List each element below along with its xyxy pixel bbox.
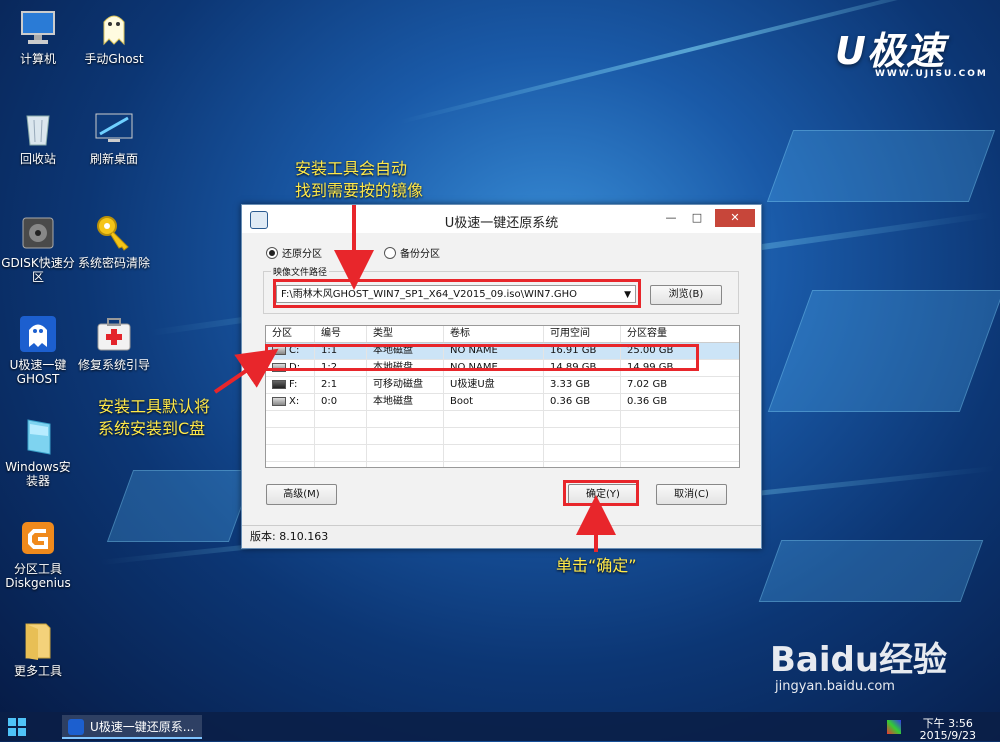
taskbar-clock[interactable]: 下午 3:56 2015/9/23: [920, 718, 976, 742]
taskbar: U极速一键还原系... 下午 3:56 2015/9/23: [0, 712, 1000, 742]
baidu-watermark: Baidu经验 jingyan.baidu.com: [770, 640, 948, 694]
arrow-to-c-drive: [213, 348, 279, 394]
taskbar-item-restore[interactable]: U极速一键还原系...: [62, 715, 202, 739]
ghost-app-icon: [68, 719, 84, 735]
tray-icon[interactable]: [887, 720, 901, 734]
windows-start-icon[interactable]: [8, 718, 26, 736]
annotation-arrows: [213, 205, 616, 552]
